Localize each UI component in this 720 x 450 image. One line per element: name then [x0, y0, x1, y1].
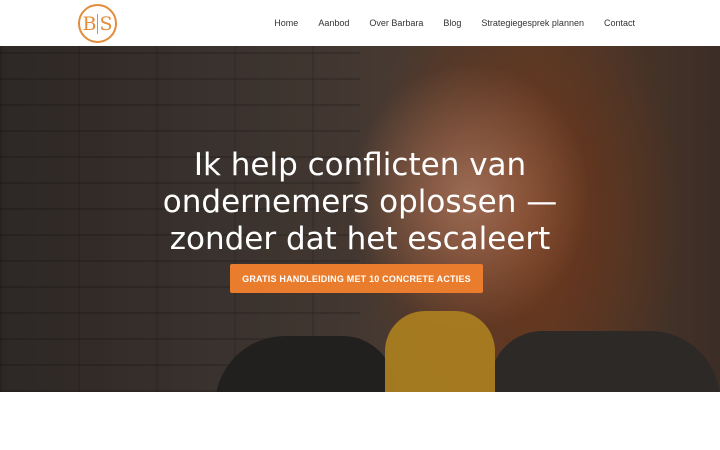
cta-button[interactable]: GRATIS HANDLEIDING MET 10 CONCRETE ACTIE…	[230, 264, 483, 293]
logo[interactable]: B S	[78, 4, 117, 43]
hero-section: Ik help conflicten van ondernemers oplos…	[0, 46, 720, 392]
nav-item-strategiegesprek[interactable]: Strategiegesprek plannen	[481, 18, 584, 28]
hero-title-line-1: Ik help conflicten van	[193, 147, 527, 183]
main-nav: Home Aanbod Over Barbara Blog Strategieg…	[274, 0, 635, 46]
hero-title-line-2: ondernemers oplossen —	[162, 184, 558, 220]
content-section	[0, 392, 720, 450]
hero-title: Ik help conflicten van ondernemers oplos…	[0, 147, 720, 258]
nav-item-over-barbara[interactable]: Over Barbara	[369, 18, 423, 28]
nav-item-home[interactable]: Home	[274, 18, 298, 28]
nav-item-blog[interactable]: Blog	[443, 18, 461, 28]
nav-item-aanbod[interactable]: Aanbod	[318, 18, 349, 28]
logo-letter-s: S	[99, 12, 113, 35]
logo-divider	[97, 13, 99, 34]
nav-item-contact[interactable]: Contact	[604, 18, 635, 28]
hero-title-line-3: zonder dat het escaleert	[169, 221, 551, 257]
logo-letter-b: B	[82, 12, 97, 35]
site-header: B S Home Aanbod Over Barbara Blog Strate…	[0, 0, 720, 46]
